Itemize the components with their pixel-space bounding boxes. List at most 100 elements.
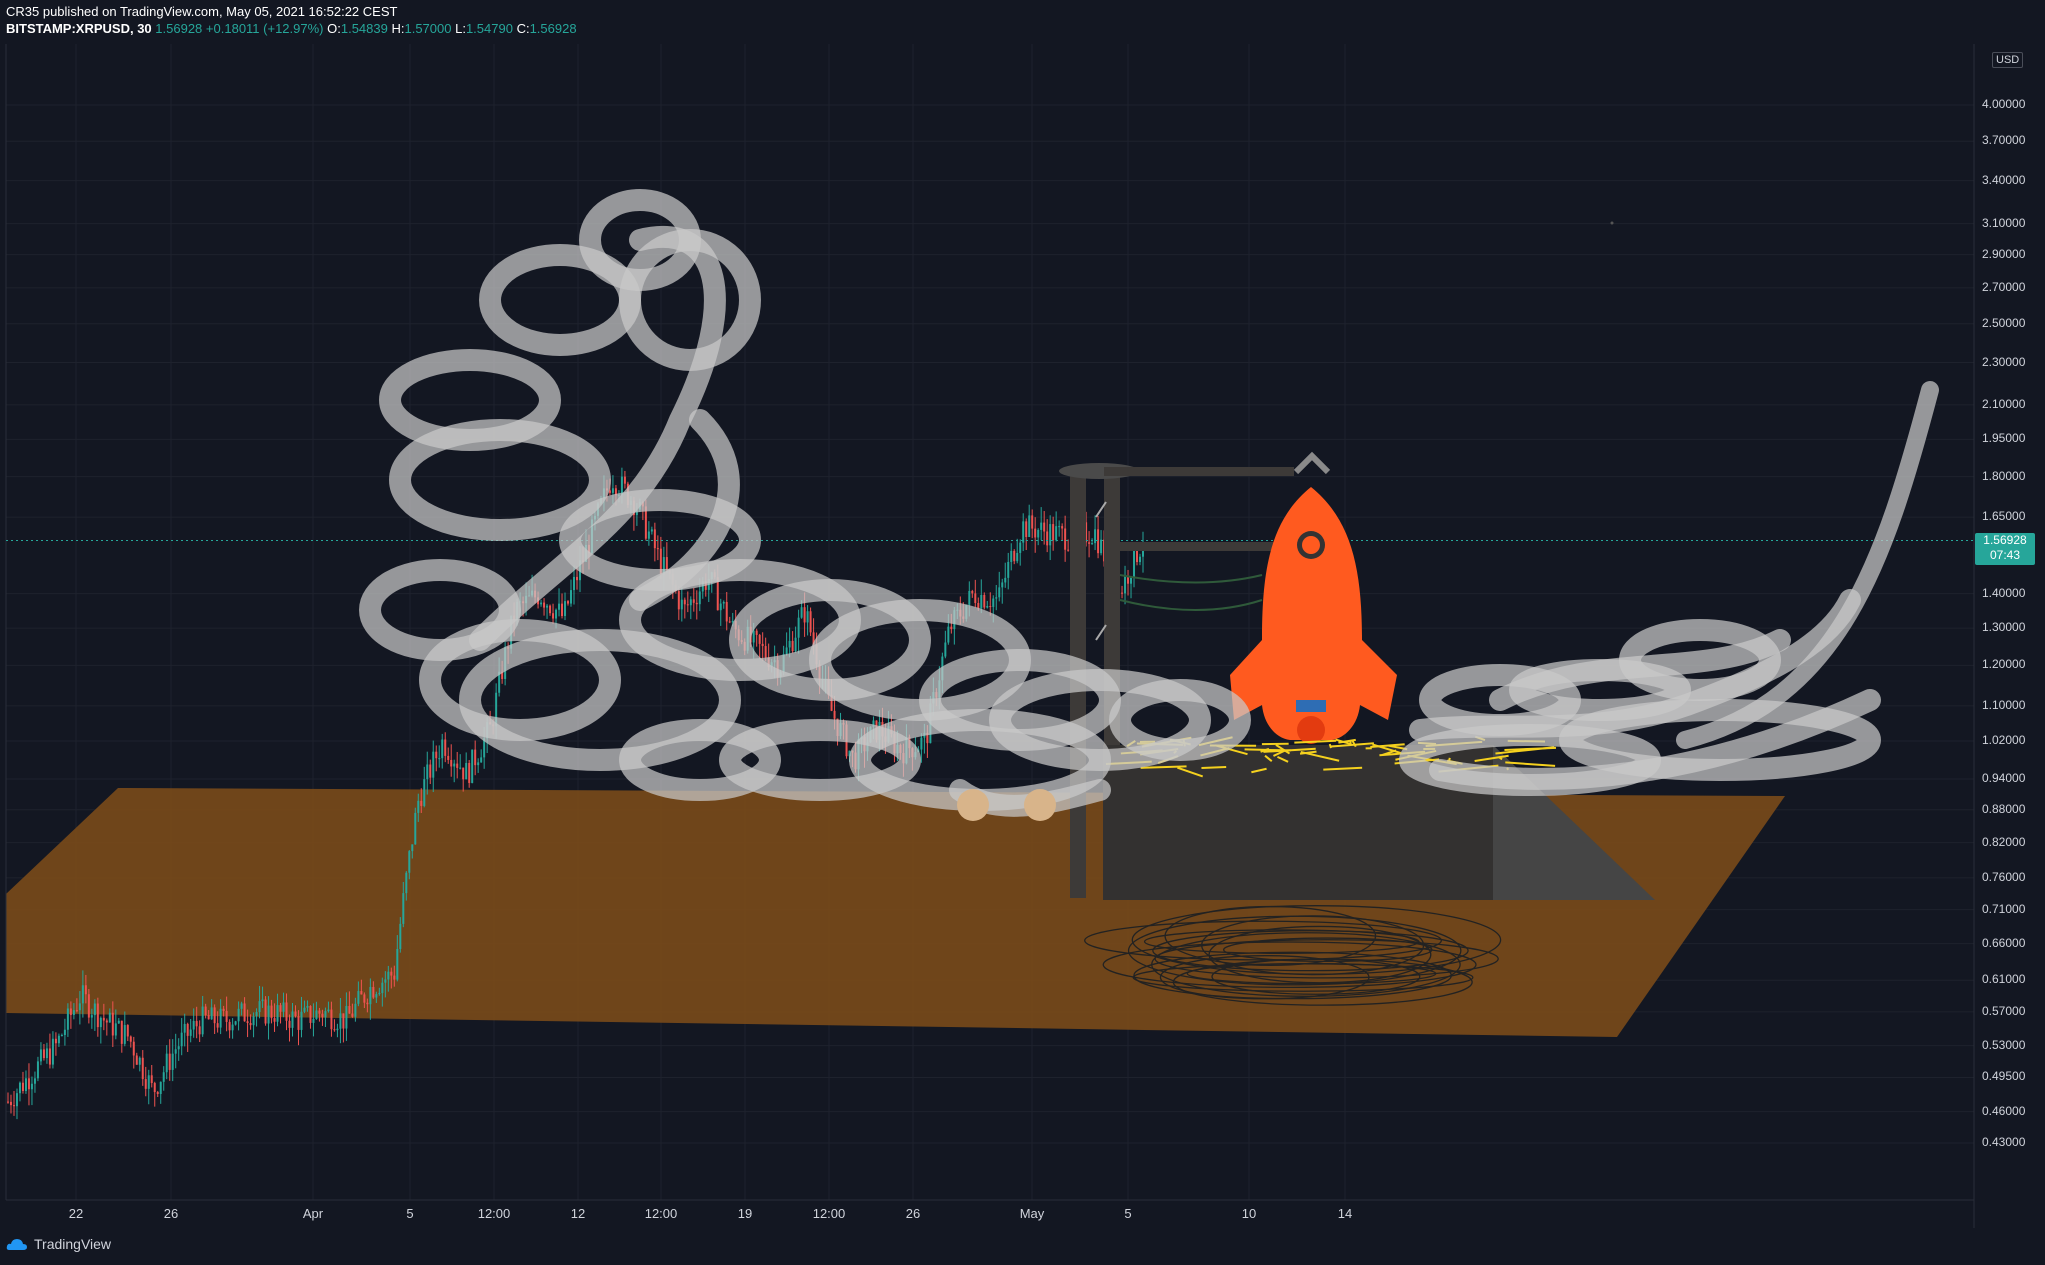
candle-body (108, 1012, 111, 1023)
price-change: +0.18011 (+12.97%) (205, 21, 324, 36)
candle-body (348, 1006, 351, 1014)
candle-body (755, 630, 758, 635)
candle-body (480, 757, 483, 763)
candle-body (423, 779, 426, 806)
candle-body (306, 1006, 309, 1008)
candle-body (207, 1015, 210, 1020)
y-tick-label: 1.20000 (1982, 657, 2026, 672)
candle-body (788, 640, 791, 648)
candle-body (692, 599, 695, 603)
candle-body (656, 548, 659, 550)
candle-body (420, 800, 423, 806)
open-value: 1.54839 (340, 21, 388, 36)
candle-body (677, 591, 680, 610)
candle-body (309, 1006, 312, 1023)
candle-body (159, 1081, 162, 1094)
candle-body (402, 893, 405, 924)
candle-body (123, 1025, 126, 1044)
candle-body (983, 594, 986, 608)
candle-body (96, 1003, 99, 1028)
y-tick-label: 2.90000 (1982, 246, 2026, 261)
candle-body (396, 948, 399, 980)
candle-body (974, 593, 977, 603)
candle-body (156, 1092, 159, 1094)
candle-body (294, 1011, 297, 1017)
y-tick-label: 0.88000 (1982, 801, 2026, 816)
candle-body (441, 739, 444, 759)
candle-body (339, 1013, 342, 1029)
candle-body (114, 1023, 117, 1036)
candle-body (387, 971, 390, 980)
candle-body (267, 1005, 270, 1024)
candle-body (1124, 575, 1127, 594)
candle-body (575, 576, 578, 581)
candle-body (623, 476, 626, 484)
symbol-label[interactable]: BITSTAMP:XRPUSD, 30 (6, 21, 152, 36)
candle-body (680, 599, 683, 610)
currency-badge[interactable]: USD (1992, 52, 2024, 68)
candle-body (647, 531, 650, 539)
candle-body (689, 599, 692, 606)
y-tick-label: 1.95000 (1982, 431, 2026, 446)
y-tick-label: 0.43000 (1982, 1135, 2026, 1149)
candle-body (186, 1023, 189, 1036)
y-tick-label: 2.70000 (1982, 279, 2026, 294)
tradingview-logo[interactable]: TradingView (6, 1236, 111, 1252)
candle-body (806, 611, 809, 623)
candle-body (138, 1057, 141, 1065)
x-tick-label: 12 (570, 1206, 586, 1221)
candle-body (1091, 543, 1094, 545)
candle-body (195, 1020, 198, 1027)
candle-body (1010, 550, 1013, 562)
candle-body (279, 1005, 282, 1012)
candle-body (216, 1023, 219, 1028)
spark-stroke (1201, 766, 1227, 769)
candle-body (980, 594, 983, 609)
y-tick-label: 0.94000 (1982, 771, 2026, 785)
close-value: 1.56928 (529, 21, 577, 36)
candle-body (1061, 526, 1064, 529)
candle-body (102, 1017, 105, 1021)
candle-body (372, 986, 375, 998)
candle-body (330, 1009, 333, 1030)
y-tick-label: 1.40000 (1982, 585, 2026, 600)
candle-body (252, 1016, 255, 1026)
y-tick-label: 0.76000 (1982, 869, 2026, 884)
candle-body (231, 1024, 234, 1031)
candle-body (39, 1049, 42, 1062)
candle-body (477, 762, 480, 766)
candle-body (450, 759, 453, 767)
x-tick-label: Apr (302, 1206, 324, 1221)
chart-canvas[interactable] (0, 0, 2045, 1265)
candle-body (48, 1048, 51, 1065)
candle-body (1004, 577, 1007, 583)
candle-body (228, 1021, 231, 1031)
candle-body (9, 1101, 12, 1106)
y-tick-label: 0.71000 (1982, 901, 2026, 916)
candle-body (375, 994, 378, 998)
candle-body (303, 1007, 306, 1012)
candle-body (264, 999, 267, 1024)
candle-body (363, 994, 366, 1003)
candle-body (60, 1034, 63, 1036)
candle-body (390, 971, 393, 976)
x-tick-label: 19 (737, 1206, 753, 1221)
candle-body (345, 1006, 348, 1029)
candle-body (650, 529, 653, 532)
candle-body (72, 1010, 75, 1016)
candle-body (354, 1003, 357, 1017)
candle-body (87, 994, 90, 1018)
candle-body (153, 1083, 156, 1093)
candle-body (1040, 522, 1043, 530)
candle-body (285, 1002, 288, 1021)
candle-body (611, 488, 614, 493)
candle-body (258, 1001, 261, 1013)
y-tick-label: 1.10000 (1982, 697, 2026, 712)
y-tick-label: 0.66000 (1982, 935, 2026, 950)
candle-body (785, 647, 788, 655)
candle-body (21, 1082, 24, 1091)
y-tick-label: 3.40000 (1982, 172, 2026, 187)
candle-body (168, 1053, 171, 1070)
candle-body (243, 1003, 246, 1022)
candle-body (725, 601, 728, 622)
